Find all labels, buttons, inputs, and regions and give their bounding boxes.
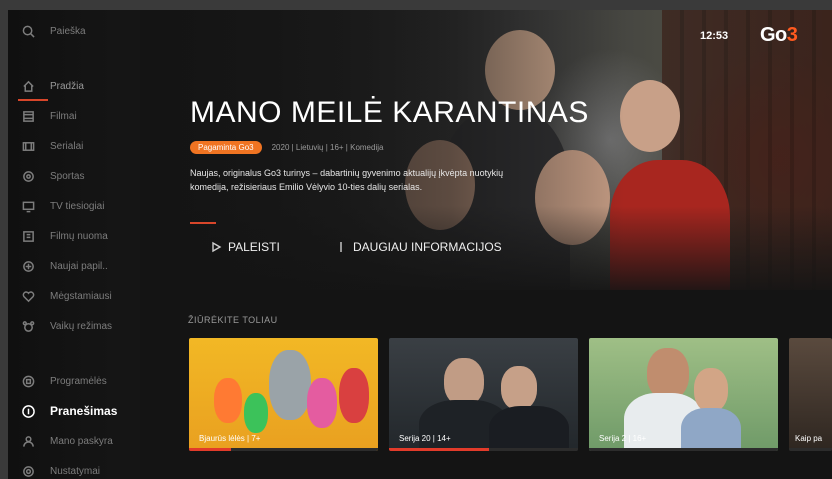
hero-description: Naujas, originalus Go3 turinys – dabarti… [190,168,504,192]
sport-icon [22,170,34,182]
continue-card[interactable]: Bjaurūs lėlės | 7+ [189,338,378,451]
sidebar-item-favorites[interactable]: Mėgstamiausi [8,285,140,307]
sidebar-item-sport[interactable]: Sportas [8,165,140,187]
card-label: Serija 20 | 14+ [399,434,451,443]
heart-icon [22,290,34,302]
card-label: Serija 2 | 16+ [599,434,647,443]
sidebar-item-notification[interactable]: Pranešimas [8,400,140,422]
sidebar-item-kids[interactable]: Vaikų režimas [8,315,140,337]
sidebar-item-new[interactable]: Naujai papil.. [8,255,140,277]
new-icon [22,260,34,272]
sidebar-item-apps[interactable]: Programėlės [8,370,140,392]
hero-banner: 12:53 Go3 MANO MEILĖ KARANTINAS Pagamint… [140,10,832,290]
card-label: Kaip pa [795,434,823,443]
continue-card[interactable]: Serija 2 | 16+ [589,338,778,451]
info-icon [340,242,342,252]
clock: 12:53 [700,30,729,42]
sidebar-item-rent[interactable]: Filmų nuoma [8,225,140,247]
continue-card[interactable]: Serija 20 | 14+ [389,338,578,451]
play-icon [212,241,222,253]
hero-meta-text: 2020 | Lietuvių | 16+ | Komedija [271,143,384,152]
apps-icon [22,375,34,387]
progress-bar [389,448,490,451]
sidebar-item-settings[interactable]: Nustatymai [8,460,140,479]
user-icon [22,435,34,447]
notification-icon [21,404,35,418]
continue-watching-title: ŽIŪRĖKITE TOLIAU [188,315,278,325]
progress-bar [189,448,231,451]
description-divider [190,222,216,224]
search-item[interactable]: Paieška [8,20,140,42]
hero-meta: Pagaminta Go3 2020 | Lietuvių | 16+ | Ko… [190,141,383,154]
sidebar-item-home[interactable]: Pradžia [8,75,140,101]
sidebar-item-account[interactable]: Mano paskyra [8,430,140,452]
settings-icon [22,465,34,477]
rent-icon [22,230,34,242]
continue-card[interactable]: Kaip pa [789,338,832,451]
home-icon [22,80,34,92]
more-info-button[interactable]: DAUGIAU INFORMACIJOS [335,240,502,254]
play-button[interactable]: PALEISTI [210,240,280,254]
hero-title: MANO MEILĖ KARANTINAS [190,96,589,129]
tv-icon [22,201,34,212]
card-label: Bjaurūs lėlės | 7+ [199,434,261,443]
sidebar-item-live-tv[interactable]: TV tiesiogiai [8,195,140,217]
series-icon [22,141,34,151]
sidebar: Paieška Pradžia Filmai Serialai Sportas … [8,10,140,479]
made-by-go3-badge: Pagaminta Go3 [190,141,262,154]
film-icon [22,110,34,122]
kids-icon [22,320,34,332]
sidebar-item-series[interactable]: Serialai [8,135,140,157]
go3-logo: Go3 [760,24,798,46]
sidebar-item-movies[interactable]: Filmai [8,105,140,127]
search-icon [22,25,35,38]
tv-screen: 12:53 Go3 MANO MEILĖ KARANTINAS Pagamint… [8,10,832,479]
